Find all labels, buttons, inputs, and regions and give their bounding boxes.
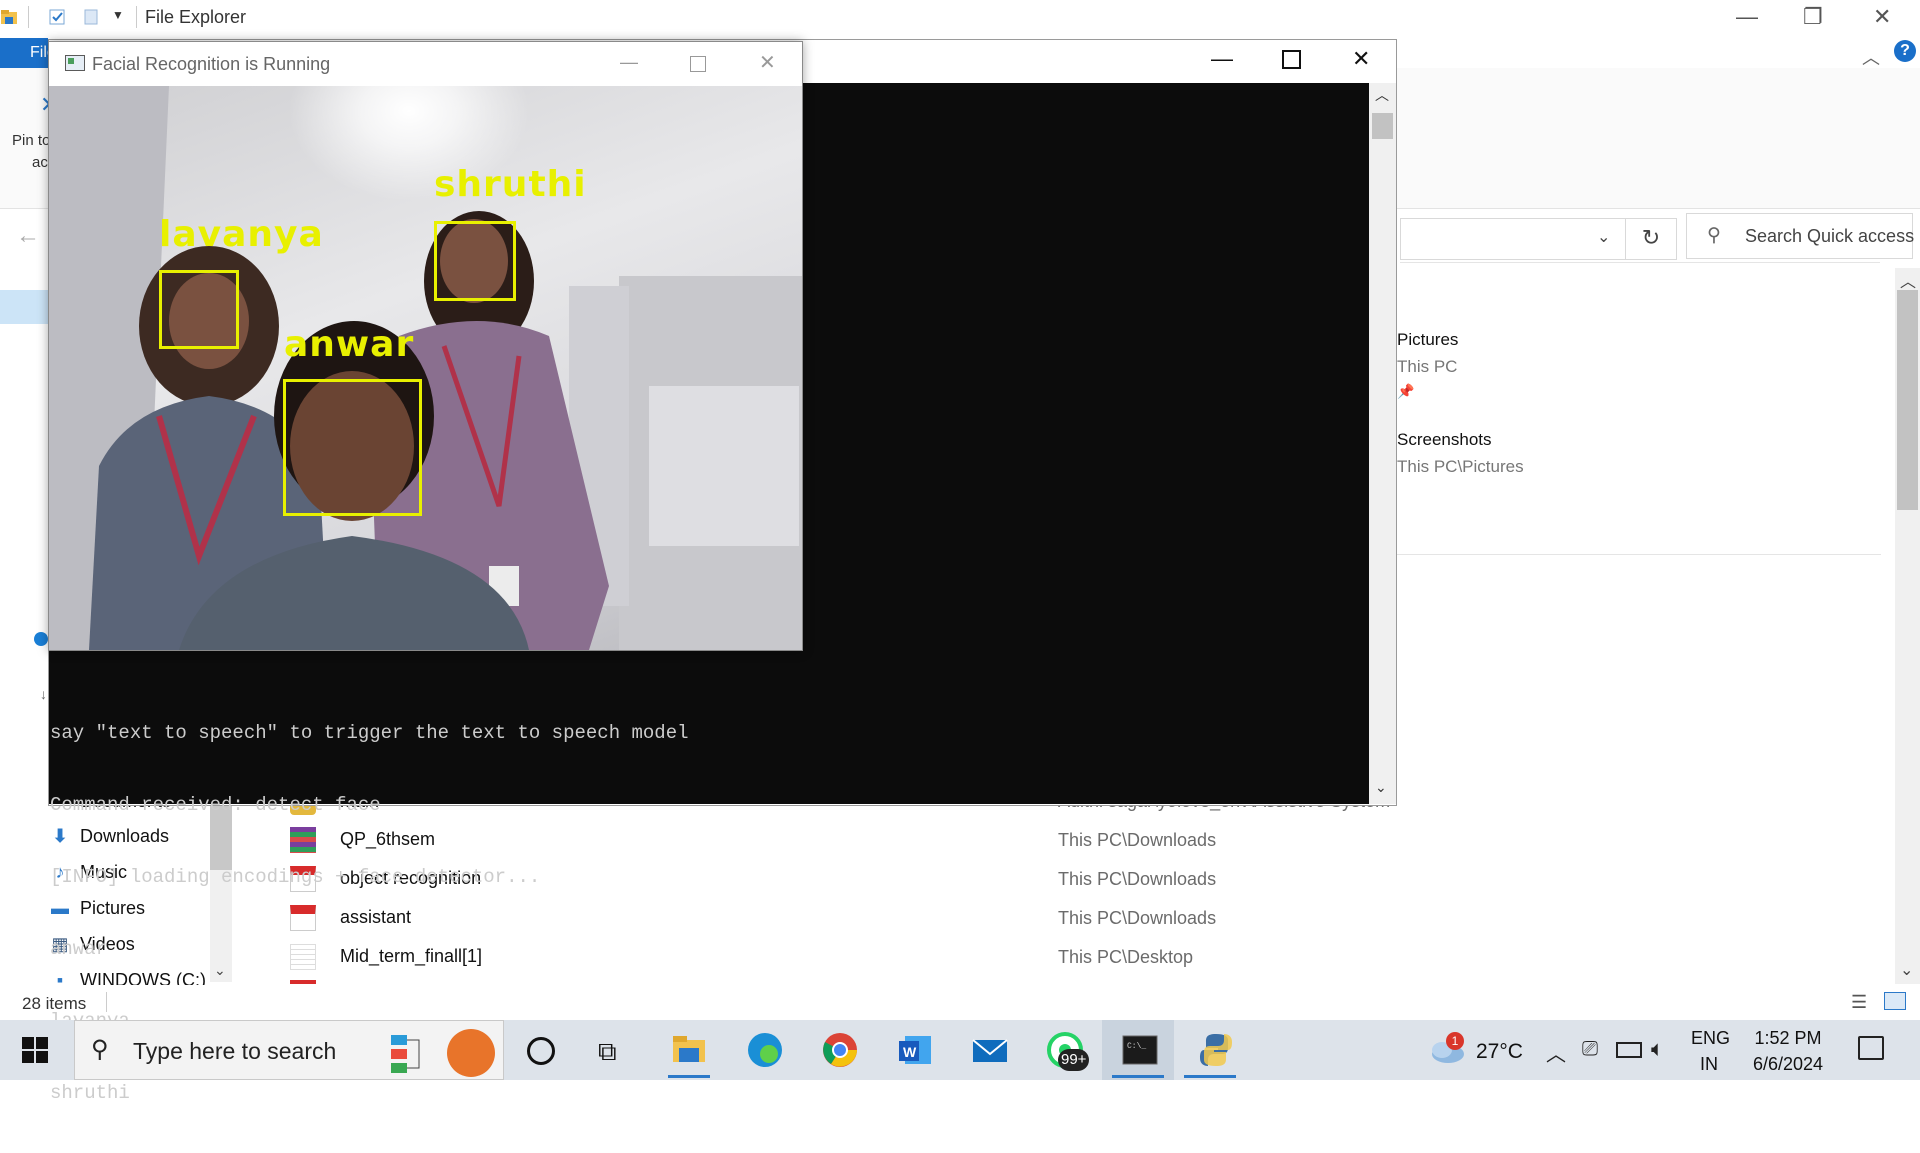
console-scroll-down-icon[interactable]: ⌄: [1375, 779, 1387, 796]
face-box-lavanya: [159, 270, 239, 349]
qa-pictures-location: This PC: [1397, 357, 1458, 376]
window-title: File Explorer: [145, 7, 247, 27]
console-line: anwar: [50, 938, 108, 960]
close-icon[interactable]: ✕: [1873, 4, 1891, 30]
ribbon-file-tab[interactable]: File: [0, 38, 56, 68]
console-text: say "text to speech" to trigger the text…: [50, 673, 689, 1153]
explorer-app-icon: [0, 8, 18, 26]
search-placeholder: Search Quick access: [1745, 226, 1915, 246]
pinned-icon: 📌: [1397, 383, 1415, 399]
mail-icon[interactable]: [970, 1030, 1010, 1070]
battery-icon[interactable]: [1616, 1042, 1642, 1058]
notification-center-icon[interactable]: [1858, 1036, 1884, 1060]
collapse-ribbon-icon[interactable]: ︿: [1862, 44, 1880, 70]
onedrive-icon: [34, 632, 48, 646]
console-minimize-icon[interactable]: —: [1211, 46, 1233, 72]
console-scrollbar[interactable]: ︿ ⌄: [1369, 83, 1396, 804]
taskbar-search-placeholder: Type here to search: [133, 1038, 337, 1064]
scroll-down-icon[interactable]: ⌄: [1900, 960, 1913, 980]
face-label-lavanya: lavanya: [159, 214, 324, 255]
list-item-location: This PC\Desktop: [1058, 947, 1194, 967]
camera-scene: [49, 86, 802, 650]
console-line: shruthi: [50, 1082, 130, 1104]
pin-to-quick-access-label-2: ac: [32, 154, 48, 171]
console-close-icon[interactable]: ✕: [1352, 46, 1370, 72]
face-close-icon[interactable]: ✕: [759, 50, 776, 75]
start-button[interactable]: [22, 1037, 48, 1068]
refresh-icon: ↻: [1641, 225, 1661, 250]
properties-icon[interactable]: [48, 8, 66, 26]
weather-badge: 1: [1446, 1032, 1464, 1050]
language-indicator[interactable]: ENG: [1691, 1028, 1730, 1049]
face-label-anwar: anwar: [284, 324, 415, 365]
console-scrollbar-thumb[interactable]: [1372, 113, 1393, 139]
cmd-icon[interactable]: C:\_: [1120, 1030, 1160, 1070]
clock-time[interactable]: 1:52 PM: [1740, 1028, 1836, 1049]
nav-partial-icon: ↓: [40, 686, 47, 702]
details-view-icon[interactable]: ☰: [1851, 992, 1867, 1013]
console-line: Command received: detect face: [50, 794, 381, 816]
show-hidden-icons-icon[interactable]: ︿: [1546, 1038, 1566, 1067]
opencv-window-icon: [65, 55, 85, 71]
restore-icon[interactable]: ❐: [1803, 4, 1823, 30]
nav-selected-item[interactable]: [0, 290, 48, 324]
taskbar-search-icon: ⚲: [91, 1036, 109, 1063]
facial-recognition-title: Facial Recognition is Running: [92, 54, 331, 74]
face-label-shruthi: shruthi: [434, 164, 587, 205]
search-input[interactable]: ⚲ Search Quick access: [1686, 213, 1915, 259]
customize-qat-icon[interactable]: ▼: [112, 8, 124, 22]
list-item-location: This PC\Downloads: [1058, 869, 1217, 889]
help-icon[interactable]: ?: [1894, 40, 1916, 62]
face-box-shruthi: [434, 221, 516, 301]
cortana-icon[interactable]: [527, 1037, 555, 1065]
task-view-icon[interactable]: ⧉: [598, 1036, 617, 1068]
console-maximize-icon[interactable]: [1282, 50, 1301, 69]
region-indicator[interactable]: IN: [1691, 1054, 1727, 1075]
chrome-icon[interactable]: [820, 1030, 860, 1070]
windows-logo-icon: [22, 1037, 48, 1063]
content-scrollbar-thumb[interactable]: [1897, 290, 1918, 510]
file-explorer-taskbar-icon[interactable]: [669, 1030, 709, 1070]
console-scroll-up-icon[interactable]: ︿: [1375, 85, 1389, 105]
clock-date[interactable]: 6/6/2024: [1740, 1054, 1836, 1075]
word-icon[interactable]: W: [895, 1030, 935, 1070]
search-highlight-icon[interactable]: [389, 1031, 445, 1075]
qa-screenshots-location: This PC\Pictures: [1397, 457, 1524, 476]
qa-pictures-name[interactable]: Pictures: [1397, 330, 1458, 350]
scroll-up-icon[interactable]: ︿: [1900, 268, 1916, 292]
address-dropdown-icon[interactable]: ⌄: [1597, 227, 1610, 247]
list-item-location: This PC\Downloads: [1058, 830, 1217, 850]
list-item-location: This PC\Downloads: [1058, 908, 1217, 928]
python-icon[interactable]: [1196, 1030, 1236, 1070]
whatsapp-badge: 99+: [1058, 1049, 1090, 1071]
new-folder-icon[interactable]: [82, 8, 100, 26]
address-bar[interactable]: ⌄: [1400, 218, 1627, 260]
minimize-icon[interactable]: —: [1736, 4, 1758, 30]
pin-to-quick-access-label[interactable]: Pin to: [12, 132, 50, 149]
basketball-doodle-icon[interactable]: [447, 1029, 495, 1077]
qa-screenshots-name[interactable]: Screenshots: [1397, 430, 1492, 450]
camera-feed: lavanya anwar shruthi: [49, 86, 802, 650]
tiles-view-icon[interactable]: [1884, 992, 1906, 1010]
refresh-button[interactable]: ↻: [1625, 218, 1677, 260]
svg-text:C:\_: C:\_: [1127, 1042, 1146, 1051]
svg-text:W: W: [903, 1044, 917, 1060]
edge-icon[interactable]: [745, 1030, 785, 1070]
search-icon: ⚲: [1707, 225, 1721, 246]
face-box-anwar: [283, 379, 422, 516]
back-arrow-icon[interactable]: ←: [16, 222, 40, 250]
console-line: say "text to speech" to trigger the text…: [50, 722, 689, 744]
temperature[interactable]: 27°C: [1476, 1040, 1523, 1064]
face-maximize-icon[interactable]: [690, 56, 706, 72]
volume-icon[interactable]: 🔈︎: [1651, 1036, 1664, 1062]
taskbar-search-box[interactable]: ⚲ Type here to search: [74, 1020, 504, 1080]
facial-recognition-titlebar[interactable]: Facial Recognition is Running — ✕: [49, 42, 802, 86]
console-line: [INFO] loading encodings + face detector…: [50, 866, 541, 888]
face-minimize-icon[interactable]: —: [620, 52, 638, 73]
meet-now-icon[interactable]: ⎚: [1582, 1038, 1598, 1061]
facial-recognition-window[interactable]: Facial Recognition is Running — ✕ lavany…: [48, 41, 803, 651]
